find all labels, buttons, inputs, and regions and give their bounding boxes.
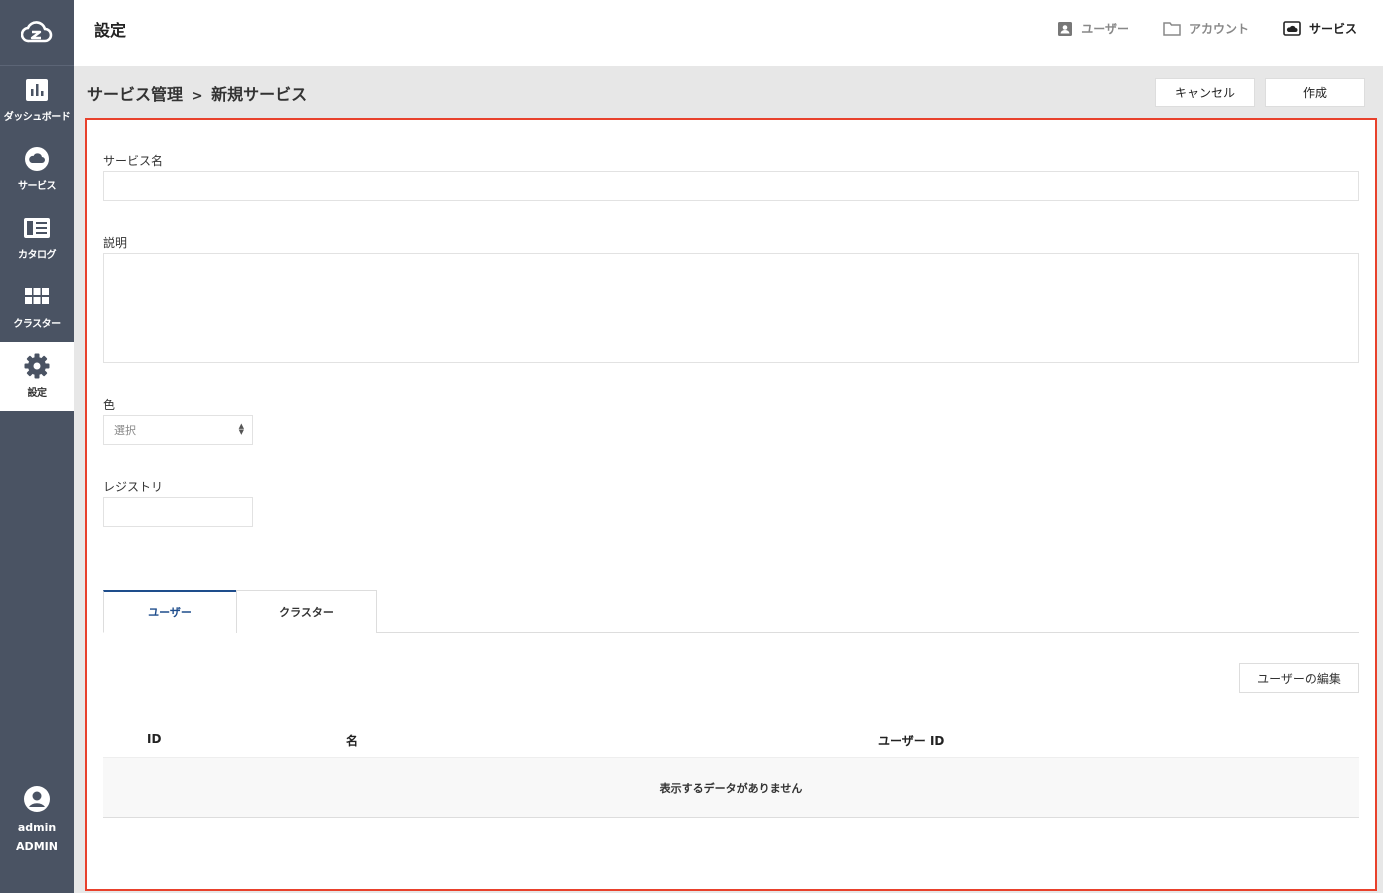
sidebar-item-label: ダッシュボード (3, 112, 71, 123)
cloud-logo-icon (21, 20, 53, 42)
breadcrumb-parent[interactable]: サービス管理 (87, 85, 183, 104)
cloud-box-icon (1283, 21, 1301, 36)
gear-icon (24, 353, 50, 379)
select-arrows-icon: ▲ ▼ (238, 422, 244, 436)
sidebar: ダッシュボード サービス カタログ クラスター 設定 admin ADMIN (0, 0, 74, 893)
cloud-icon (25, 147, 49, 171)
description-textarea[interactable] (103, 253, 1359, 363)
column-header-id[interactable]: ID (147, 732, 161, 746)
tab-users[interactable]: ユーザー (103, 590, 237, 633)
create-button[interactable]: 作成 (1265, 78, 1365, 107)
sidebar-item-dashboard[interactable]: ダッシュボード (0, 66, 74, 135)
sidebar-item-label: 設定 (27, 388, 48, 399)
tab-bar: ユーザー クラスター (103, 590, 1359, 633)
users-table-header: ID 名 ユーザー ID (103, 720, 1359, 758)
color-select[interactable]: 選択 ▲ ▼ (103, 415, 253, 445)
column-header-user-id[interactable]: ユーザー ID (878, 732, 944, 749)
edit-users-button[interactable]: ユーザーの編集 (1239, 663, 1359, 693)
app-logo[interactable] (0, 0, 74, 66)
header-link-label: アカウント (1188, 22, 1249, 36)
header-link-users[interactable]: ユーザー (1057, 20, 1129, 37)
table-empty-message: 表示するデータがありません (103, 758, 1359, 818)
new-service-form-panel: サービス名 説明 色 選択 ▲ ▼ レジストリ ユーザー クラスター ユーザーの編… (85, 118, 1377, 891)
catalog-icon (24, 218, 50, 238)
sidebar-item-services[interactable]: サービス (0, 135, 74, 204)
color-select-value: 選択 (114, 424, 136, 437)
description-label: 説明 (103, 236, 128, 250)
page-title: 設定 (94, 21, 127, 40)
registry-label: レジストリ (103, 480, 164, 494)
breadcrumb-separator: > (191, 89, 203, 104)
sidebar-item-label: クラスター (13, 319, 61, 330)
avatar-icon (24, 786, 50, 812)
registry-input[interactable] (103, 497, 253, 527)
top-header: 設定 ユーザー アカウント サービス (74, 0, 1383, 66)
user-profile[interactable]: admin ADMIN (0, 785, 74, 853)
sidebar-item-label: サービス (18, 181, 57, 192)
folder-icon (1163, 22, 1181, 36)
bar-chart-icon (26, 79, 48, 101)
header-link-label: ユーザー (1081, 22, 1129, 36)
sidebar-item-settings[interactable]: 設定 (0, 342, 74, 411)
sidebar-item-catalog[interactable]: カタログ (0, 204, 74, 273)
sidebar-item-clusters[interactable]: クラスター (0, 273, 74, 342)
service-name-input[interactable] (103, 171, 1359, 201)
user-name: admin (17, 821, 57, 834)
cancel-button[interactable]: キャンセル (1155, 78, 1255, 107)
tab-clusters[interactable]: クラスター (236, 590, 377, 633)
user-role: ADMIN (16, 840, 58, 853)
column-header-name[interactable]: 名 (346, 732, 358, 749)
header-link-services[interactable]: サービス (1283, 20, 1357, 37)
breadcrumb: サービス管理 > 新規サービス (87, 81, 307, 105)
color-label: 色 (103, 398, 116, 412)
breadcrumb-current: 新規サービス (211, 85, 308, 104)
service-name-label: サービス名 (103, 154, 164, 168)
header-link-accounts[interactable]: アカウント (1163, 20, 1249, 37)
grid-icon (25, 288, 49, 304)
header-link-label: サービス (1308, 22, 1357, 36)
user-badge-icon (1058, 21, 1073, 36)
sidebar-item-label: カタログ (18, 250, 57, 261)
